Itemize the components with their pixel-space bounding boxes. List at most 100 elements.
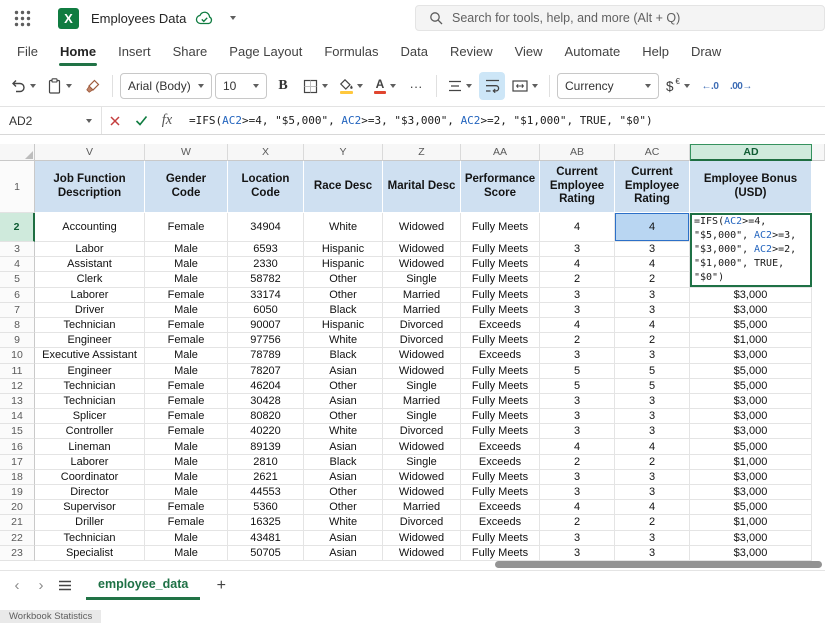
cell-V7[interactable]: Driver [35,303,145,318]
cell-AB2[interactable]: 4 [540,213,615,242]
cell-AD18[interactable]: $3,000 [690,470,812,485]
title-chevron-icon[interactable] [230,16,236,20]
row-header-18[interactable]: 18 [0,470,35,485]
cell-Z21[interactable]: Divorced [383,515,461,530]
cell-W21[interactable]: Female [145,515,228,530]
cell-Y15[interactable]: White [304,424,383,439]
number-format-select[interactable]: Currency [557,73,659,99]
cell-AB9[interactable]: 2 [540,333,615,348]
cell-X15[interactable]: 40220 [228,424,304,439]
cell-V11[interactable]: Engineer [35,364,145,379]
cell-W5[interactable]: Male [145,272,228,287]
cell-Z9[interactable]: Divorced [383,333,461,348]
cell-AB12[interactable]: 5 [540,379,615,394]
cell-Z22[interactable]: Widowed [383,531,461,546]
cell-AA4[interactable]: Fully Meets [461,257,540,272]
cell-Y16[interactable]: Asian [304,439,383,454]
cell-W22[interactable]: Male [145,531,228,546]
cell-X2[interactable]: 34904 [228,213,304,242]
next-sheet-button[interactable]: › [30,575,52,597]
cell-AD11[interactable]: $5,000 [690,364,812,379]
cell-AC14[interactable]: 3 [615,409,690,424]
row-header-2[interactable]: 2 [0,213,35,242]
cell-V12[interactable]: Technician [35,379,145,394]
cell-Y10[interactable]: Black [304,348,383,363]
workbook-statistics-button[interactable]: Workbook Statistics [0,610,101,623]
cell-AA2[interactable]: Fully Meets [461,213,540,242]
cell-AB22[interactable]: 3 [540,531,615,546]
cell-Y4[interactable]: Hispanic [304,257,383,272]
cell-X3[interactable]: 6593 [228,242,304,257]
cell-Y5[interactable]: Other [304,272,383,287]
cell-AB14[interactable]: 3 [540,409,615,424]
cell-V8[interactable]: Technician [35,318,145,333]
cell-X10[interactable]: 78789 [228,348,304,363]
merge-cells-button[interactable] [508,72,542,100]
cell-AC20[interactable]: 4 [615,500,690,515]
cell-V17[interactable]: Laborer [35,455,145,470]
cell-Z14[interactable]: Single [383,409,461,424]
cell-AA9[interactable]: Fully Meets [461,333,540,348]
row-header-17[interactable]: 17 [0,455,35,470]
row-header-21[interactable]: 21 [0,515,35,530]
decrease-decimal-button[interactable]: ←.0 [697,72,723,100]
row-header-11[interactable]: 11 [0,364,35,379]
cell-X4[interactable]: 2330 [228,257,304,272]
menu-tab-file[interactable]: File [6,37,49,66]
cell-W2[interactable]: Female [145,213,228,242]
cell-AA22[interactable]: Fully Meets [461,531,540,546]
cell-AD6[interactable]: $3,000 [690,288,812,303]
cell-Y14[interactable]: Other [304,409,383,424]
cell-AA21[interactable]: Exceeds [461,515,540,530]
font-color-button[interactable]: A [370,72,400,100]
menu-tab-help[interactable]: Help [631,37,680,66]
cell-AB19[interactable]: 3 [540,485,615,500]
cell-AD19[interactable]: $3,000 [690,485,812,500]
font-name-select[interactable]: Arial (Body) [120,73,212,99]
cell-W9[interactable]: Female [145,333,228,348]
paste-button[interactable] [43,72,76,100]
row-header-9[interactable]: 9 [0,333,35,348]
cell-AC13[interactable]: 3 [615,394,690,409]
format-painter-button[interactable] [79,72,105,100]
row-header-3[interactable]: 3 [0,242,35,257]
header-cell-Z1[interactable]: Marital Desc [383,161,461,213]
cell-AC15[interactable]: 3 [615,424,690,439]
add-sheet-button[interactable]: + [210,575,232,597]
cell-Y19[interactable]: Other [304,485,383,500]
menu-tab-page-layout[interactable]: Page Layout [218,37,313,66]
menu-tab-home[interactable]: Home [49,37,107,66]
cell-AD23[interactable]: $3,000 [690,546,812,561]
cell-W10[interactable]: Male [145,348,228,363]
borders-button[interactable] [299,72,332,100]
cell-AC4[interactable]: 4 [615,257,690,272]
menu-tab-insert[interactable]: Insert [107,37,162,66]
row-header-12[interactable]: 12 [0,379,35,394]
cell-Z12[interactable]: Single [383,379,461,394]
cell-X13[interactable]: 30428 [228,394,304,409]
menu-tab-automate[interactable]: Automate [554,37,632,66]
column-header-AB[interactable]: AB [540,144,615,161]
row-header-15[interactable]: 15 [0,424,35,439]
cell-AB17[interactable]: 2 [540,455,615,470]
cell-AB6[interactable]: 3 [540,288,615,303]
cell-W20[interactable]: Female [145,500,228,515]
cell-AA12[interactable]: Fully Meets [461,379,540,394]
cell-Z23[interactable]: Widowed [383,546,461,561]
cell-AD8[interactable]: $5,000 [690,318,812,333]
cell-V2[interactable]: Accounting [35,213,145,242]
cell-W18[interactable]: Male [145,470,228,485]
cell-X16[interactable]: 89139 [228,439,304,454]
column-header-W[interactable]: W [145,144,228,161]
cell-AB3[interactable]: 3 [540,242,615,257]
cell-X17[interactable]: 2810 [228,455,304,470]
header-cell-X1[interactable]: Location Code [228,161,304,213]
cell-Z8[interactable]: Divorced [383,318,461,333]
column-header-AA[interactable]: AA [461,144,540,161]
cell-editor-AD2[interactable]: =IFS(AC2>=4, "$5,000", AC2>=3, "$3,000",… [690,213,812,287]
enter-button[interactable] [128,107,154,134]
row-header-7[interactable]: 7 [0,303,35,318]
cell-W6[interactable]: Female [145,288,228,303]
cell-Z4[interactable]: Widowed [383,257,461,272]
cell-X5[interactable]: 58782 [228,272,304,287]
